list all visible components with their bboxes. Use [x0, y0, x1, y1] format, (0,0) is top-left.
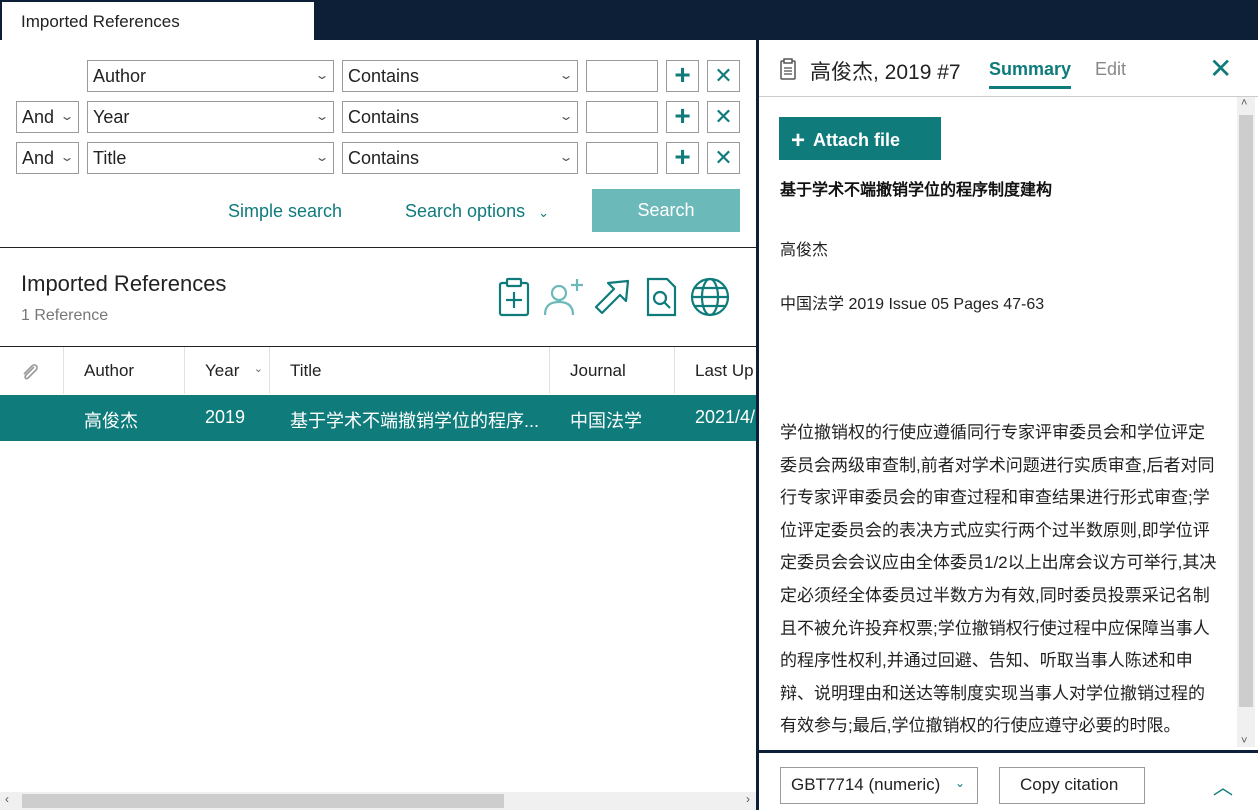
- reference-count: 1 Reference: [21, 307, 109, 324]
- cell-last-updated: 2021/4/: [695, 407, 756, 427]
- close-icon[interactable]: ✕: [1209, 52, 1232, 85]
- remove-row-button[interactable]: ✕: [707, 60, 740, 92]
- search-field-select-3[interactable]: Title ⌄: [87, 142, 334, 174]
- search-value-input-2[interactable]: [586, 101, 658, 133]
- find-full-text-icon[interactable]: [639, 275, 683, 319]
- article-journal: 中国法学 2019 Issue 05 Pages 47-63: [780, 296, 1045, 313]
- select-value: Author: [93, 66, 147, 86]
- citation-style-value: GBT7714 (numeric): [791, 775, 941, 794]
- search-field-select-1[interactable]: Author ⌄: [87, 60, 334, 92]
- chevron-down-icon: ⌄: [59, 150, 75, 164]
- copy-citation-button[interactable]: Copy citation: [999, 767, 1145, 804]
- scroll-right-icon[interactable]: ›: [746, 792, 750, 806]
- cell-author: 高俊杰: [84, 411, 138, 431]
- search-value-input-1[interactable]: [586, 60, 658, 92]
- scrollbar-thumb[interactable]: [22, 794, 504, 808]
- column-year[interactable]: Year ⌄: [185, 347, 270, 394]
- search-connector-select-3[interactable]: And ⌄: [16, 142, 79, 174]
- column-journal[interactable]: Journal: [550, 347, 675, 394]
- column-author[interactable]: Author: [64, 347, 185, 394]
- column-last-updated[interactable]: Last Up: [675, 347, 756, 394]
- remove-row-button[interactable]: ✕: [707, 101, 740, 133]
- search-value-input-3[interactable]: [586, 142, 658, 174]
- add-to-group-icon[interactable]: [492, 275, 536, 319]
- cell-title: 基于学术不端撤销学位的程序...: [290, 411, 540, 431]
- paperclip-icon: [23, 364, 38, 380]
- citation-style-select[interactable]: GBT7714 (numeric) ⌄: [780, 767, 978, 804]
- select-value: Contains: [348, 107, 420, 127]
- divider: [0, 247, 756, 248]
- select-value: And: [22, 148, 55, 168]
- remove-row-button[interactable]: ✕: [707, 142, 740, 174]
- table-row[interactable]: 高俊杰 2019 基于学术不端撤销学位的程序... 中国法学 2021/4/: [0, 395, 756, 441]
- chevron-down-icon: ⌄: [558, 109, 574, 123]
- table-header: Author Year ⌄ Title Journal Last Up: [0, 347, 756, 394]
- attachment-column-header[interactable]: [0, 347, 64, 394]
- search-operator-select-3[interactable]: Contains ⌄: [342, 142, 578, 174]
- globe-icon[interactable]: [688, 275, 732, 319]
- export-arrow-icon[interactable]: [590, 275, 634, 319]
- simple-search-link[interactable]: Simple search: [228, 201, 342, 222]
- clipboard-icon: [780, 58, 796, 80]
- cell-year: 2019: [205, 407, 246, 427]
- left-pane: Author ⌄ Contains ⌄ + ✕ And ⌄ Year ⌄ Contain…: [0, 40, 756, 810]
- plus-icon: +: [791, 127, 806, 154]
- column-title[interactable]: Title: [270, 347, 550, 394]
- tab-summary[interactable]: Summary: [989, 59, 1072, 89]
- search-operator-select-2[interactable]: Contains ⌄: [342, 101, 578, 133]
- chevron-down-icon: ⌄: [314, 109, 330, 123]
- chevron-down-icon: ⌄: [59, 109, 75, 123]
- chevron-down-icon: ⌄: [954, 776, 965, 790]
- select-value: Title: [93, 148, 127, 168]
- select-value: Contains: [348, 148, 420, 168]
- search-operator-select-1[interactable]: Contains ⌄: [342, 60, 578, 92]
- chevron-down-icon: ⌄: [538, 205, 549, 220]
- detail-header: 高俊杰, 2019 #7 Summary Edit ✕: [759, 40, 1258, 97]
- article-author: 高俊杰: [780, 242, 829, 259]
- article-title: 基于学术不端撤销学位的程序制度建构: [780, 182, 1053, 199]
- search-connector-select-2[interactable]: And ⌄: [16, 101, 79, 133]
- tab-edit[interactable]: Edit: [1095, 59, 1126, 80]
- sort-chevron-icon: ⌄: [253, 363, 263, 375]
- article-abstract: 学位撤销权的行使应遵循同行专家评审委员会和学位评定委员会两级审查制,前者对学术问…: [780, 423, 1217, 736]
- citation-footer: GBT7714 (numeric) ⌄ Copy citation ︿: [759, 750, 1258, 810]
- add-row-button[interactable]: +: [666, 60, 699, 92]
- cell-journal: 中国法学: [570, 411, 642, 431]
- select-value: Contains: [348, 66, 420, 86]
- search-options-label: Search options: [405, 201, 526, 221]
- scroll-up-icon[interactable]: ˄: [1241, 97, 1247, 109]
- chevron-down-icon: ⌄: [558, 68, 574, 82]
- chevron-down-icon: ⌄: [314, 68, 330, 82]
- attach-file-button[interactable]: + Attach file: [779, 117, 941, 160]
- chevron-down-icon: ⌄: [314, 150, 330, 164]
- column-year-label: Year: [205, 361, 240, 380]
- share-user-icon[interactable]: [541, 275, 585, 319]
- select-value: Year: [93, 107, 130, 127]
- select-value: And: [22, 107, 55, 127]
- scrollbar-thumb[interactable]: [1239, 115, 1253, 707]
- search-field-select-2[interactable]: Year ⌄: [87, 101, 334, 133]
- horizontal-scrollbar[interactable]: ‹ ›: [0, 792, 756, 810]
- tab-imported-references[interactable]: Imported References: [2, 2, 314, 40]
- vertical-scrollbar[interactable]: ˄ ˅: [1237, 97, 1255, 747]
- scroll-down-icon[interactable]: ˅: [1241, 735, 1247, 747]
- attach-file-label: Attach file: [813, 130, 901, 150]
- add-row-button[interactable]: +: [666, 101, 699, 133]
- reference-title: 高俊杰, 2019 #7: [810, 61, 961, 84]
- search-button[interactable]: Search: [592, 189, 740, 232]
- scroll-left-icon[interactable]: ‹: [5, 792, 9, 806]
- add-row-button[interactable]: +: [666, 142, 699, 174]
- chevron-down-icon: ⌄: [558, 150, 574, 164]
- references-title: Imported References: [21, 271, 227, 296]
- chevron-up-icon[interactable]: ︿: [1213, 771, 1233, 800]
- search-options-link[interactable]: Search options ⌄: [405, 201, 549, 222]
- reference-detail-panel: 高俊杰, 2019 #7 Summary Edit ✕ + Attach file…: [759, 40, 1258, 810]
